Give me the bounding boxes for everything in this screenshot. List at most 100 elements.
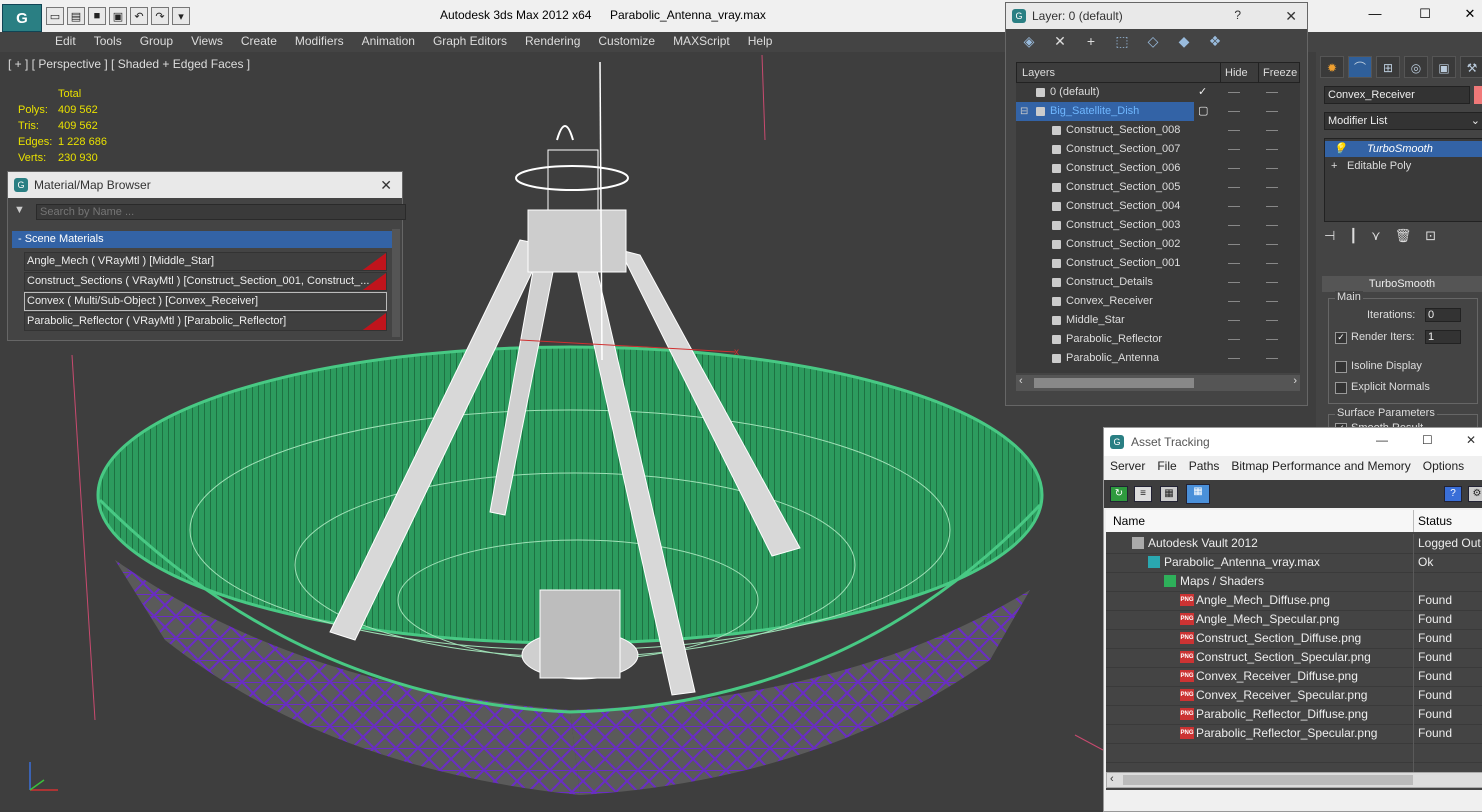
- layer-row[interactable]: ⊟ Big_Satellite_Dish ▢: [1016, 102, 1300, 121]
- menu-graph-editors[interactable]: Graph Editors: [424, 32, 516, 52]
- asset-row[interactable]: PNG Angle_Mech_Specular.png Found: [1106, 610, 1482, 630]
- menu-paths[interactable]: Paths: [1183, 457, 1226, 477]
- iterations-spinner[interactable]: 0: [1425, 308, 1461, 322]
- help-icon[interactable]: ?: [1234, 8, 1241, 22]
- asset-row[interactable]: Maps / Shaders: [1106, 572, 1482, 592]
- menu-tools[interactable]: Tools: [85, 32, 131, 52]
- column-name[interactable]: Name: [1113, 514, 1145, 528]
- column-hide[interactable]: Hide: [1225, 67, 1248, 79]
- column-freeze[interactable]: Freeze: [1263, 67, 1297, 79]
- list-view-icon[interactable]: ≡: [1134, 486, 1152, 502]
- viewport-label[interactable]: [ + ] [ Perspective ] [ Shaded + Edged F…: [8, 57, 250, 71]
- layer-row[interactable]: 0 (default) ✓: [1016, 83, 1300, 102]
- layer-row[interactable]: Construct_Section_003: [1016, 216, 1300, 235]
- asset-row[interactable]: PNG Convex_Receiver_Diffuse.png Found: [1106, 667, 1482, 687]
- explicit-normals-checkbox[interactable]: [1335, 382, 1347, 394]
- hide-toggle[interactable]: [1228, 168, 1240, 169]
- filter-dropdown-icon[interactable]: ▼: [14, 204, 25, 216]
- layer-row[interactable]: Convex_Receiver: [1016, 292, 1300, 311]
- object-color-swatch[interactable]: [1474, 86, 1482, 104]
- material-search-input[interactable]: [36, 204, 406, 220]
- hide-toggle[interactable]: [1228, 92, 1240, 93]
- column-layers[interactable]: Layers: [1022, 67, 1055, 79]
- layer-row[interactable]: Construct_Section_008: [1016, 121, 1300, 140]
- asset-row[interactable]: Autodesk Vault 2012 Logged Out: [1106, 534, 1482, 554]
- scroll-right-icon[interactable]: ›: [1293, 375, 1297, 387]
- freeze-toggle[interactable]: [1266, 358, 1278, 359]
- hierarchy-tab-icon[interactable]: ⊞: [1376, 56, 1400, 78]
- stack-item-turbosmooth[interactable]: 💡 TurboSmooth: [1325, 141, 1482, 157]
- menu-file[interactable]: File: [1151, 457, 1182, 477]
- collapse-icon[interactable]: ⊟: [1020, 102, 1028, 121]
- freeze-toggle[interactable]: [1266, 282, 1278, 283]
- layer-row[interactable]: Parabolic_Antenna: [1016, 349, 1300, 368]
- display-tab-icon[interactable]: ▣: [1432, 56, 1456, 78]
- freeze-toggle[interactable]: [1266, 92, 1278, 93]
- layer-row[interactable]: Construct_Section_002: [1016, 235, 1300, 254]
- menu-maxscript[interactable]: MAXScript: [664, 32, 739, 52]
- layer-row[interactable]: Construct_Section_001: [1016, 254, 1300, 273]
- menu-help[interactable]: Help: [739, 32, 782, 52]
- layer-row[interactable]: Construct_Section_004: [1016, 197, 1300, 216]
- asset-row[interactable]: PNG Parabolic_Reflector_Diffuse.png Found: [1106, 705, 1482, 725]
- asset-tracking-titlebar[interactable]: G Asset Tracking — ☐ ✕: [1104, 428, 1482, 456]
- menu-animation[interactable]: Animation: [353, 32, 424, 52]
- hide-toggle[interactable]: [1228, 130, 1240, 131]
- make-unique-icon[interactable]: ⋎: [1371, 228, 1381, 244]
- save-icon[interactable]: ■: [88, 7, 106, 25]
- new-file-icon[interactable]: ▭: [46, 7, 64, 25]
- layer-horizontal-scrollbar[interactable]: ‹ ›: [1016, 375, 1300, 391]
- highlight-layer-icon[interactable]: ◇: [1142, 33, 1164, 53]
- render-iters-checkbox[interactable]: ✓: [1335, 332, 1347, 344]
- asset-row[interactable]: PNG Parabolic_Reflector_Specular.png Found: [1106, 724, 1482, 744]
- layer-row[interactable]: Construct_Section_007: [1016, 140, 1300, 159]
- freeze-toggle[interactable]: [1266, 111, 1278, 112]
- layer-row[interactable]: Construct_Section_005: [1016, 178, 1300, 197]
- open-file-icon[interactable]: ▤: [67, 7, 85, 25]
- maximize-icon[interactable]: ☐: [1410, 6, 1440, 26]
- hide-toggle[interactable]: [1228, 187, 1240, 188]
- object-name-field[interactable]: Convex_Receiver: [1324, 86, 1470, 104]
- close-icon[interactable]: ✕: [1466, 433, 1476, 447]
- freeze-toggle[interactable]: [1266, 130, 1278, 131]
- menu-edit[interactable]: Edit: [46, 32, 85, 52]
- scene-materials-category[interactable]: - Scene Materials: [12, 231, 392, 248]
- remove-modifier-icon[interactable]: 🗑: [1395, 228, 1412, 244]
- refresh-icon[interactable]: ↻: [1110, 486, 1128, 502]
- material-scrollbar[interactable]: [392, 229, 400, 337]
- modifier-list-dropdown[interactable]: Modifier List ⌄: [1324, 112, 1482, 130]
- add-to-layer-icon[interactable]: +: [1080, 33, 1102, 53]
- asset-row[interactable]: PNG Convex_Receiver_Specular.png Found: [1106, 686, 1482, 706]
- hide-toggle[interactable]: [1228, 206, 1240, 207]
- close-icon[interactable]: ✕: [1455, 6, 1482, 26]
- freeze-all-icon[interactable]: ❖: [1204, 33, 1226, 53]
- menu-server[interactable]: Server: [1104, 457, 1151, 477]
- settings-icon[interactable]: ⚙: [1468, 486, 1482, 502]
- layer-manager-titlebar[interactable]: G Layer: 0 (default) ? ✕: [1006, 3, 1307, 29]
- isoline-checkbox[interactable]: [1335, 361, 1347, 373]
- undo-icon[interactable]: ↶: [130, 7, 148, 25]
- layer-row[interactable]: Middle_Star: [1016, 311, 1300, 330]
- freeze-toggle[interactable]: [1266, 187, 1278, 188]
- hide-toggle[interactable]: [1228, 320, 1240, 321]
- material-item[interactable]: Construct_Sections ( VRayMtl ) [Construc…: [24, 272, 387, 291]
- create-layer-icon[interactable]: ◈: [1018, 33, 1040, 53]
- column-status[interactable]: Status: [1418, 514, 1452, 528]
- expand-icon[interactable]: +: [1331, 158, 1337, 174]
- hold-icon[interactable]: ▣: [109, 7, 127, 25]
- scroll-thumb[interactable]: [1034, 378, 1194, 388]
- delete-layer-icon[interactable]: ✕: [1049, 33, 1071, 53]
- asset-row[interactable]: PNG Construct_Section_Specular.png Found: [1106, 648, 1482, 668]
- freeze-toggle[interactable]: [1266, 168, 1278, 169]
- render-iters-spinner[interactable]: 1: [1425, 330, 1461, 344]
- asset-row[interactable]: PNG Construct_Section_Diffuse.png Found: [1106, 629, 1482, 649]
- menu-rendering[interactable]: Rendering: [516, 32, 589, 52]
- select-objects-icon[interactable]: ⬚: [1111, 33, 1133, 53]
- set-current-layer-icon[interactable]: ▢: [1198, 102, 1208, 121]
- asset-row[interactable]: PNG Angle_Mech_Diffuse.png Found: [1106, 591, 1482, 611]
- dropdown-icon[interactable]: ▾: [172, 7, 190, 25]
- layer-row[interactable]: Parabolic_Reflector: [1016, 330, 1300, 349]
- freeze-toggle[interactable]: [1266, 320, 1278, 321]
- show-end-result-icon[interactable]: ┃: [1349, 228, 1357, 244]
- hide-toggle[interactable]: [1228, 263, 1240, 264]
